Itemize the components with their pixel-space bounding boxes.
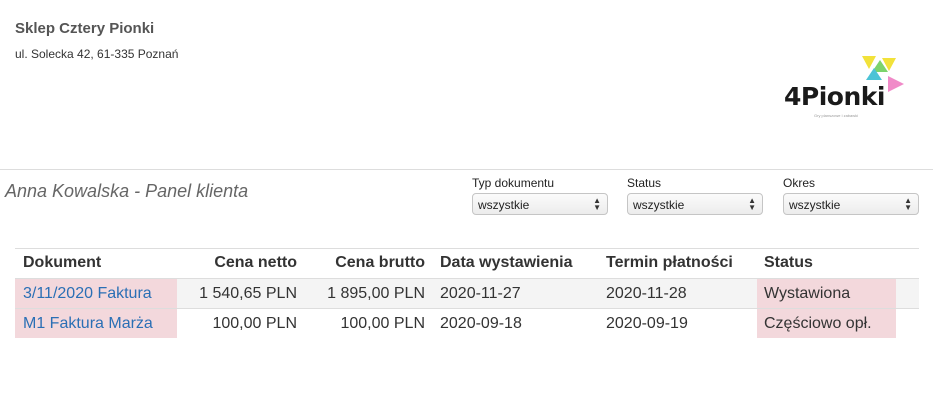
status-cell: Wystawiona <box>757 279 896 308</box>
status-cell: Częściowo opł. <box>757 309 896 338</box>
due-date-cell: 2020-11-28 <box>606 285 687 302</box>
header-status: Status <box>764 254 813 271</box>
gross-price-cell: 100,00 PLN <box>340 315 425 332</box>
filter-period-label: Okres <box>783 176 816 190</box>
document-link[interactable]: 3/11/2020 Faktura <box>23 285 152 302</box>
shop-name: Sklep Cztery Pionki <box>15 20 155 37</box>
document-cell: M1 Faktura Marża <box>15 309 177 338</box>
select-arrows-icon: ▲ ▼ <box>748 196 756 212</box>
filter-status-value: wszystkie <box>633 198 685 212</box>
panel-title: Anna Kowalska - Panel klienta <box>5 181 249 201</box>
filter-period-select[interactable]: wszystkie ▲ ▼ <box>783 193 919 215</box>
issue-date-cell: 2020-11-27 <box>440 285 521 302</box>
header-issue-date: Data wystawienia <box>440 254 573 271</box>
logo-tagline: Gry planszowe i zabawki <box>814 113 859 118</box>
filter-doc-type-value: wszystkie <box>478 198 530 212</box>
document-cell: 3/11/2020 Faktura <box>15 279 177 308</box>
table-header-row: Dokument Cena netto Cena brutto Data wys… <box>15 248 919 279</box>
header-due-date: Termin płatności <box>606 254 733 271</box>
header-divider <box>0 169 933 170</box>
net-price-cell: 1 540,65 PLN <box>199 285 297 302</box>
filter-status-label: Status <box>627 176 662 190</box>
select-arrows-icon: ▲ ▼ <box>904 196 912 212</box>
select-arrows-icon: ▲ ▼ <box>593 196 601 212</box>
header-net-price: Cena netto <box>214 254 297 271</box>
table-row: M1 Faktura Marża 100,00 PLN 100,00 PLN 2… <box>15 309 919 338</box>
header-document: Dokument <box>23 254 102 271</box>
document-link[interactable]: M1 Faktura Marża <box>23 315 153 332</box>
header-gross-price: Cena brutto <box>335 254 425 271</box>
issue-date-cell: 2020-09-18 <box>440 315 522 332</box>
filter-period-value: wszystkie <box>789 198 841 212</box>
filter-doc-type-label: Typ dokumentu <box>472 176 555 190</box>
filter-doc-type-select[interactable]: wszystkie ▲ ▼ <box>472 193 608 215</box>
due-date-cell: 2020-09-19 <box>606 315 688 332</box>
logo-text: 4Pionki <box>784 82 885 111</box>
gross-price-cell: 1 895,00 PLN <box>327 285 425 302</box>
shop-address: ul. Solecka 42, 61-335 Poznań <box>15 47 179 61</box>
table-row: 3/11/2020 Faktura 1 540,65 PLN 1 895,00 … <box>15 279 919 309</box>
net-price-cell: 100,00 PLN <box>212 315 297 332</box>
shop-logo: 4Pionki Gry planszowe i zabawki <box>782 54 907 124</box>
client-panel-page: Sklep Cztery Pionki ul. Solecka 42, 61-3… <box>0 0 933 397</box>
filter-status-select[interactable]: wszystkie ▲ ▼ <box>627 193 763 215</box>
